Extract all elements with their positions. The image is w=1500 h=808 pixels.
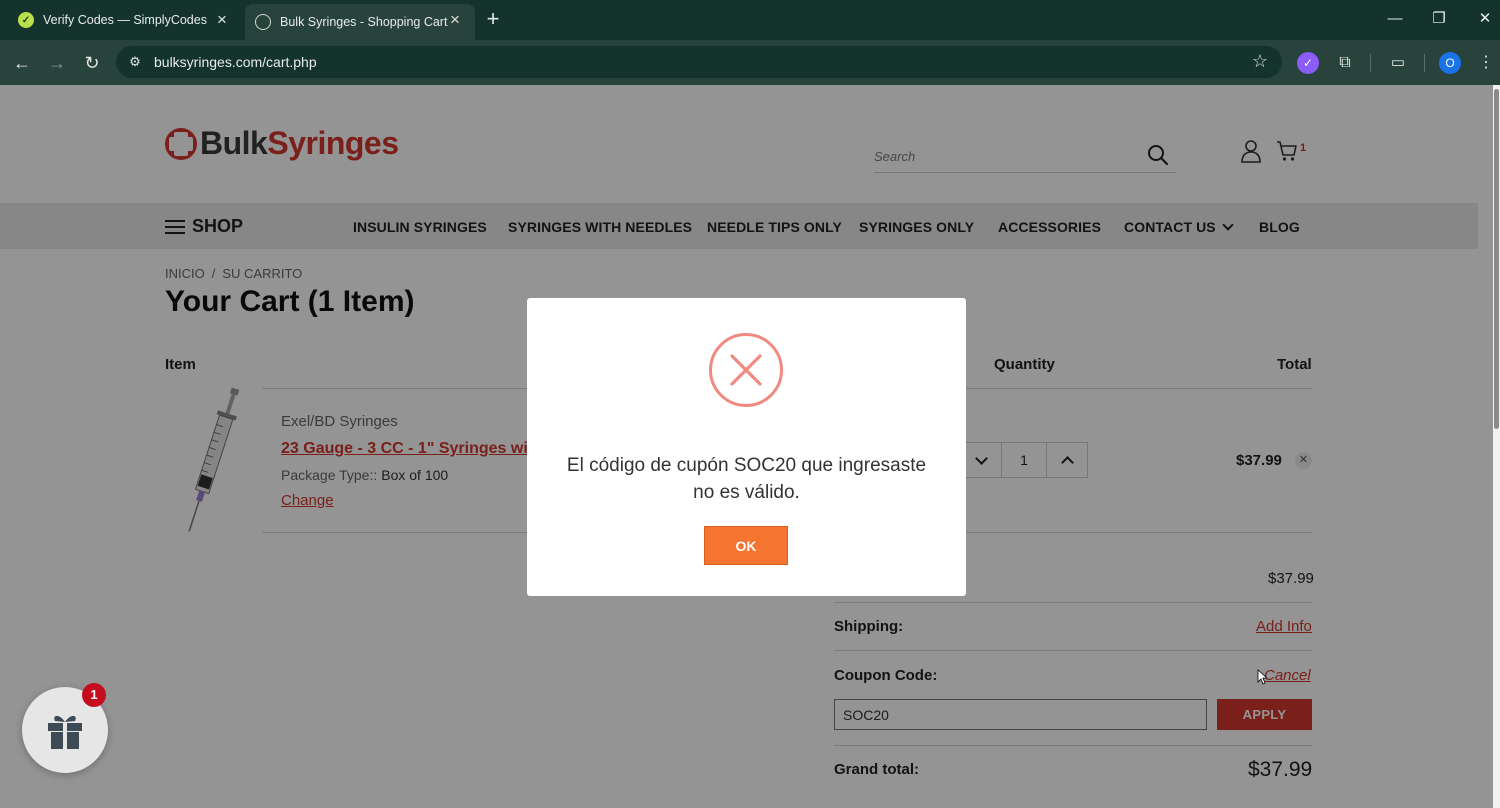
globe-icon bbox=[255, 14, 271, 30]
web-page: BulkSyringes 1 SHOP INSULIN SYRINGES SYR… bbox=[0, 85, 1493, 808]
window-close-icon[interactable]: ✕ bbox=[1470, 6, 1500, 32]
browser-tab-bar: ✓ Verify Codes — SimplyCodes × Bulk Syri… bbox=[0, 0, 1500, 40]
profile-avatar[interactable]: O bbox=[1439, 52, 1461, 74]
reload-icon[interactable]: ↻ bbox=[79, 50, 105, 76]
gift-count-badge: 1 bbox=[82, 683, 106, 707]
url-text: bulksyringes.com/cart.php bbox=[154, 54, 317, 70]
scrollbar-thumb[interactable] bbox=[1494, 89, 1499, 429]
back-icon[interactable]: ← bbox=[9, 50, 35, 76]
forward-icon[interactable]: → bbox=[44, 50, 70, 76]
menu-kebab-icon[interactable]: ⋮ bbox=[1475, 52, 1497, 74]
browser-toolbar: ← → ↻ ⚙ bulksyringes.com/cart.php ☆ ✓ ⧉ … bbox=[0, 40, 1500, 85]
minimize-icon[interactable]: — bbox=[1380, 6, 1410, 32]
gift-icon bbox=[48, 715, 82, 749]
mouse-cursor-icon bbox=[1257, 669, 1267, 685]
media-icon[interactable]: ▭ bbox=[1387, 52, 1409, 74]
tab-bulk-syringes[interactable]: Bulk Syringes - Shopping Cart × bbox=[245, 4, 475, 40]
simplycodes-icon: ✓ bbox=[18, 12, 34, 28]
coupon-error-dialog: El código de cupón SOC20 que ingresaste … bbox=[527, 298, 966, 596]
extension-icon[interactable]: ✓ bbox=[1297, 52, 1319, 74]
toolbar-divider bbox=[1370, 54, 1371, 72]
bookmark-star-icon[interactable]: ☆ bbox=[1252, 51, 1268, 72]
toolbar-divider bbox=[1424, 54, 1425, 72]
tab-close-icon[interactable]: × bbox=[445, 10, 465, 30]
tab-title: Verify Codes — SimplyCodes bbox=[43, 13, 207, 27]
puzzle-icon[interactable]: ⧉ bbox=[1334, 52, 1356, 74]
error-x-icon bbox=[709, 333, 783, 407]
dialog-ok-button[interactable]: OK bbox=[704, 526, 788, 565]
dialog-message: El código de cupón SOC20 que ingresaste … bbox=[566, 455, 927, 503]
tab-verify-codes[interactable]: ✓ Verify Codes — SimplyCodes × bbox=[8, 4, 242, 36]
site-settings-icon[interactable]: ⚙ bbox=[126, 53, 144, 71]
restore-icon[interactable]: ❐ bbox=[1424, 6, 1454, 32]
rewards-gift-button[interactable]: 1 bbox=[22, 683, 108, 773]
tab-title: Bulk Syringes - Shopping Cart bbox=[280, 15, 448, 29]
address-bar[interactable]: ⚙ bulksyringes.com/cart.php ☆ bbox=[116, 46, 1282, 78]
tab-close-icon[interactable]: × bbox=[212, 10, 232, 30]
page-scrollbar[interactable] bbox=[1493, 85, 1500, 808]
new-tab-button[interactable]: + bbox=[482, 8, 504, 30]
